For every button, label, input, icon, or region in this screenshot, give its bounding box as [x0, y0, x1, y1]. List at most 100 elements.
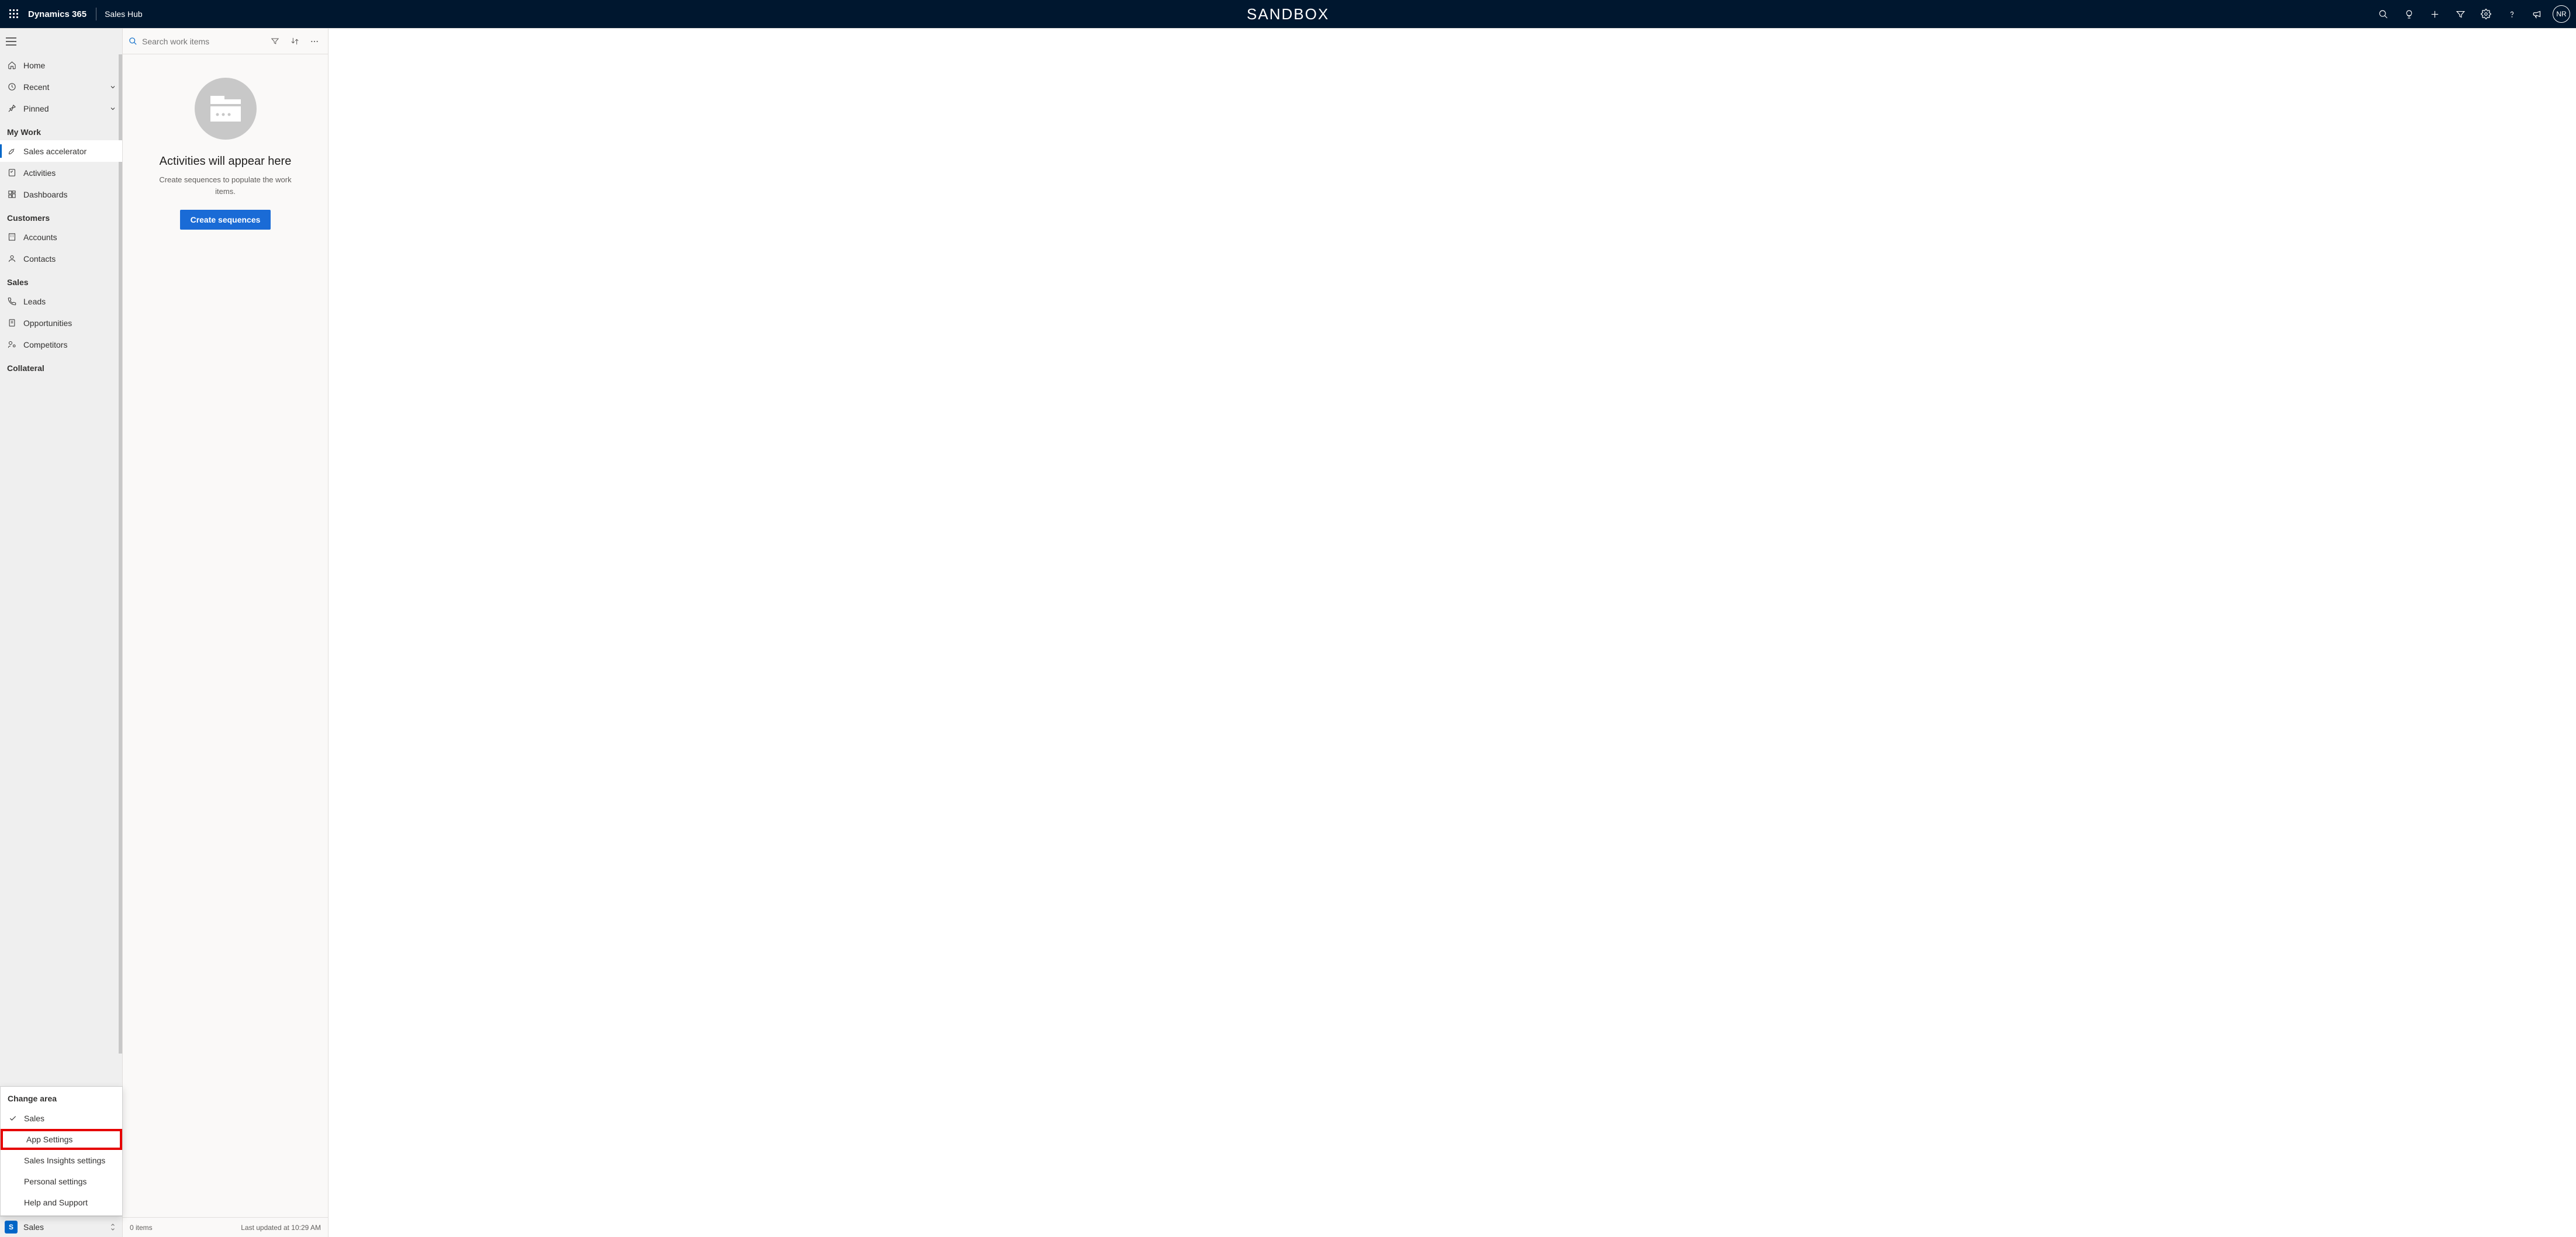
- user-avatar[interactable]: NR: [2553, 5, 2570, 23]
- app-name: Sales Hub: [105, 9, 143, 19]
- sidebar-item-label: Activities: [23, 168, 56, 178]
- sidebar-item-sales-accelerator[interactable]: Sales accelerator: [0, 140, 122, 162]
- add-button[interactable]: [2422, 0, 2447, 28]
- hamburger-icon: [6, 37, 16, 46]
- area-option-label: App Settings: [26, 1135, 72, 1144]
- work-items-count: 0 items: [130, 1224, 153, 1232]
- sidebar-group-collateral: Collateral: [0, 355, 122, 376]
- area-badge: S: [5, 1221, 18, 1233]
- sidebar-item-label: Contacts: [23, 254, 56, 264]
- lightbulb-icon: [2404, 9, 2414, 19]
- dashboard-icon: [7, 190, 16, 199]
- plus-icon: [2430, 9, 2440, 19]
- area-option-label: Personal settings: [24, 1177, 87, 1186]
- search-input[interactable]: [142, 37, 262, 46]
- more-work-items-button[interactable]: [307, 34, 322, 49]
- sidebar-item-label: Competitors: [23, 340, 67, 349]
- competitor-icon: [7, 340, 16, 349]
- work-panel-footer: 0 items Last updated at 10:29 AM: [123, 1217, 328, 1237]
- area-option-personal-settings[interactable]: Personal settings: [1, 1171, 122, 1192]
- area-option-sales[interactable]: Sales: [1, 1108, 122, 1129]
- person-icon: [7, 254, 16, 264]
- area-option-label: Sales: [24, 1114, 44, 1123]
- sidebar-item-competitors[interactable]: Competitors: [0, 334, 122, 355]
- sidebar-item-label: Home: [23, 61, 45, 70]
- area-option-app-settings[interactable]: App Settings: [1, 1129, 122, 1150]
- empty-state-illustration: [195, 78, 257, 140]
- brand-link[interactable]: Dynamics 365: [28, 9, 92, 19]
- create-sequences-button[interactable]: Create sequences: [180, 210, 271, 230]
- sidebar-item-pinned[interactable]: Pinned: [0, 98, 122, 119]
- sidebar-item-label: Pinned: [23, 104, 49, 113]
- topbar-actions: NR: [2370, 0, 2576, 28]
- rocket-icon: [7, 147, 16, 156]
- filter-work-items-button[interactable]: [267, 34, 282, 49]
- environment-badge: SANDBOX: [1247, 5, 1329, 23]
- sidebar: Home Recent Pinned: [0, 29, 123, 1237]
- area-option-label: Help and Support: [24, 1198, 88, 1207]
- up-down-chevron-icon: [109, 1222, 116, 1232]
- help-button[interactable]: [2499, 0, 2525, 28]
- empty-state-subtitle: Create sequences to populate the work it…: [150, 174, 302, 197]
- sidebar-item-leads[interactable]: Leads: [0, 290, 122, 312]
- home-icon: [7, 61, 16, 70]
- sidebar-item-label: Leads: [23, 297, 46, 306]
- area-switcher-label: Sales: [23, 1222, 44, 1232]
- area-option-sales-insights-settings[interactable]: Sales Insights settings: [1, 1150, 122, 1171]
- chevron-down-icon: [109, 105, 116, 112]
- check-icon: [8, 1114, 18, 1122]
- work-panel-header: [123, 29, 328, 54]
- settings-button[interactable]: [2473, 0, 2499, 28]
- sidebar-item-dashboards[interactable]: Dashboards: [0, 183, 122, 205]
- search-button[interactable]: [2370, 0, 2396, 28]
- help-icon: [2507, 9, 2517, 19]
- phone-icon: [7, 297, 16, 306]
- area-option-label: Sales Insights settings: [24, 1156, 105, 1165]
- megaphone-icon: [2532, 9, 2543, 19]
- filter-button[interactable]: [2447, 0, 2473, 28]
- app-launcher-button[interactable]: [0, 0, 28, 28]
- feedback-button[interactable]: [2525, 0, 2550, 28]
- area-popup-header: Change area: [1, 1089, 122, 1108]
- area-option-help-and-support[interactable]: Help and Support: [1, 1192, 122, 1213]
- more-icon: [310, 37, 319, 46]
- filter-icon: [271, 37, 279, 46]
- sidebar-group-my-work: My Work: [0, 119, 122, 140]
- sidebar-item-label: Opportunities: [23, 318, 72, 328]
- gear-icon: [2481, 9, 2491, 19]
- sidebar-group-sales: Sales: [0, 269, 122, 290]
- main-canvas: [329, 29, 2576, 1237]
- sidebar-item-home[interactable]: Home: [0, 54, 122, 76]
- sort-work-items-button[interactable]: [287, 34, 302, 49]
- chevron-down-icon: [109, 84, 116, 91]
- sidebar-group-customers: Customers: [0, 205, 122, 226]
- pin-icon: [7, 104, 16, 113]
- clock-icon: [7, 82, 16, 92]
- sidebar-scroll: Home Recent Pinned: [0, 54, 122, 1216]
- search-icon: [129, 37, 137, 46]
- folder-icon: [209, 95, 242, 123]
- search-work-items[interactable]: [129, 37, 262, 46]
- area-switcher-button[interactable]: S Sales: [0, 1216, 122, 1237]
- sidebar-item-accounts[interactable]: Accounts: [0, 226, 122, 248]
- empty-state-title: Activities will appear here: [160, 155, 292, 168]
- top-nav: Dynamics 365 Sales Hub SANDBOX NR: [0, 0, 2576, 28]
- opportunity-icon: [7, 318, 16, 328]
- building-icon: [7, 233, 16, 242]
- checklist-icon: [7, 168, 16, 178]
- sidebar-item-label: Dashboards: [23, 190, 68, 199]
- sidebar-item-activities[interactable]: Activities: [0, 162, 122, 183]
- sidebar-item-label: Recent: [23, 82, 49, 92]
- filter-icon: [2456, 9, 2466, 19]
- sort-icon: [291, 37, 299, 46]
- area-switcher-popup: Change area Sales App Settings Sales Ins…: [0, 1086, 123, 1216]
- assistant-button[interactable]: [2396, 0, 2422, 28]
- sidebar-item-contacts[interactable]: Contacts: [0, 248, 122, 269]
- sidebar-item-recent[interactable]: Recent: [0, 76, 122, 98]
- sidebar-item-label: Accounts: [23, 233, 57, 242]
- sidebar-toggle-button[interactable]: [6, 37, 19, 46]
- app-shell: Home Recent Pinned: [0, 28, 2576, 1237]
- sidebar-item-opportunities[interactable]: Opportunities: [0, 312, 122, 334]
- search-icon: [2378, 9, 2388, 19]
- work-items-panel: Activities will appear here Create seque…: [123, 29, 329, 1237]
